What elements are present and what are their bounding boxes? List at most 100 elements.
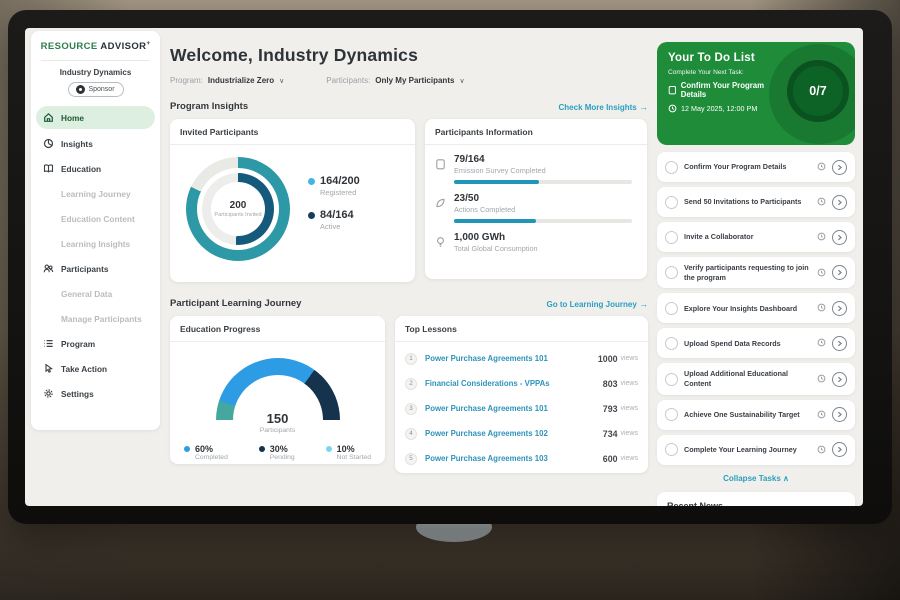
task-checkbox[interactable] xyxy=(665,196,678,209)
task-label: Achieve One Sustainability Target xyxy=(684,410,811,420)
invited-legend: 164/200 Registered 84/164 Active xyxy=(308,175,360,243)
task-open-button[interactable] xyxy=(832,442,847,457)
task-label: Confirm Your Program Details xyxy=(684,162,811,172)
home-icon xyxy=(43,112,54,123)
insights-icon xyxy=(43,138,54,149)
lesson-link[interactable]: Power Purchase Agreements 103 xyxy=(425,454,603,463)
sidebar-item-label: Participants xyxy=(61,264,109,274)
sidebar-item-label: Insights xyxy=(61,139,93,149)
logo-text-advisor: ADVISOR xyxy=(100,41,146,52)
gear-icon xyxy=(43,388,54,399)
program-insights-header: Program Insights Check More Insights → xyxy=(170,101,648,112)
sidebar-item-general-data[interactable]: General Data xyxy=(31,281,160,306)
participants-filter[interactable]: Participants: Only My Participants ∨ xyxy=(326,76,464,85)
invited-participants-card: Invited Participants 200 Participants In… xyxy=(170,119,415,282)
task-open-button[interactable] xyxy=(832,407,847,422)
sidebar-item-participants[interactable]: Participants xyxy=(31,256,160,281)
task-open-button[interactable] xyxy=(832,336,847,351)
lesson-rank: 4 xyxy=(405,428,417,440)
stat-label: Emission Survey Completed xyxy=(454,166,632,175)
book-icon xyxy=(43,163,54,174)
task-checkbox[interactable] xyxy=(665,161,678,174)
lesson-views: 803 xyxy=(603,379,618,389)
recent-news-title: Recent News xyxy=(657,492,855,506)
program-filter-label: Program: xyxy=(170,76,203,85)
sidebar-item-label: Program xyxy=(61,339,95,349)
stat-label: Total Global Consumption xyxy=(454,244,538,253)
task-open-button[interactable] xyxy=(832,195,847,210)
task-checkbox[interactable] xyxy=(665,408,678,421)
education-progress-card: Education Progress 150 Participants 60% xyxy=(170,316,385,464)
sidebar: RESOURCE ADVISOR+ Industry Dynamics Spon… xyxy=(31,31,160,430)
go-to-learning-journey-link[interactable]: Go to Learning Journey → xyxy=(547,299,648,309)
stat-value: 79/164 xyxy=(454,154,632,165)
lesson-link[interactable]: Power Purchase Agreements 101 xyxy=(425,354,598,363)
leaf-icon xyxy=(435,193,447,223)
lesson-views: 1000 xyxy=(598,354,618,364)
sidebar-item-education[interactable]: Education xyxy=(31,156,160,181)
arrow-right-icon: → xyxy=(639,299,648,309)
lesson-link[interactable]: Financial Considerations - VPPAs xyxy=(425,379,603,388)
task-label: Explore Your Insights Dashboard xyxy=(684,304,811,314)
lesson-link[interactable]: Power Purchase Agreements 101 xyxy=(425,404,603,413)
lesson-rank: 3 xyxy=(405,403,417,415)
sponsor-badge[interactable]: Sponsor xyxy=(68,82,124,97)
sidebar-item-label: Learning Journey xyxy=(61,189,131,199)
progress-bar xyxy=(454,219,632,223)
sidebar-item-education-content[interactable]: Education Content xyxy=(31,206,160,231)
sidebar-item-learning-journey[interactable]: Learning Journey xyxy=(31,181,160,206)
active-label: Active xyxy=(320,222,360,231)
invited-participants-body: 200 Participants Invited 164/200 Registe… xyxy=(170,145,415,261)
learning-cards-row: Education Progress 150 Participants 60% xyxy=(170,316,648,473)
sidebar-item-program[interactable]: Program xyxy=(31,331,160,356)
lesson-link[interactable]: Power Purchase Agreements 102 xyxy=(425,429,603,438)
views-label: views xyxy=(620,355,638,362)
task-checkbox[interactable] xyxy=(665,373,678,386)
views-label: views xyxy=(620,380,638,387)
logo-text-resource: RESOURCE xyxy=(41,41,98,52)
task-row: Confirm Your Program Details xyxy=(657,152,855,182)
gauge-center: 150 Participants xyxy=(216,411,340,434)
lesson-row: 5 Power Purchase Agreements 103 600 view… xyxy=(405,446,638,471)
task-checkbox[interactable] xyxy=(665,302,678,315)
stat-value: 23/50 xyxy=(454,193,632,204)
invited-donut-chart: 200 Participants Invited xyxy=(186,157,290,261)
check-more-insights-link[interactable]: Check More Insights → xyxy=(559,102,648,112)
chevron-up-icon: ∧ xyxy=(783,474,789,483)
lesson-views: 734 xyxy=(603,429,618,439)
not-started-value: 10% xyxy=(337,444,355,454)
sidebar-item-insights[interactable]: Insights xyxy=(31,131,160,156)
gauge-label: Participants xyxy=(216,427,340,434)
sidebar-item-label: Education xyxy=(61,164,101,174)
task-list: Confirm Your Program DetailsSend 50 Invi… xyxy=(657,152,855,465)
chevron-right-icon xyxy=(836,305,843,312)
task-row: Achieve One Sustainability Target xyxy=(657,400,855,430)
lesson-views: 600 xyxy=(603,454,618,464)
sidebar-item-manage-participants[interactable]: Manage Participants xyxy=(31,306,160,331)
sidebar-item-learning-insights[interactable]: Learning Insights xyxy=(31,231,160,256)
sidebar-item-home[interactable]: Home xyxy=(36,106,155,129)
task-checkbox[interactable] xyxy=(665,443,678,456)
task-checkbox[interactable] xyxy=(665,337,678,350)
task-label: Invite a Collaborator xyxy=(684,232,811,242)
list-icon xyxy=(43,338,54,349)
task-open-button[interactable] xyxy=(832,301,847,316)
task-checkbox[interactable] xyxy=(665,231,678,244)
not-started-legend-entry: 10% Not Started xyxy=(326,444,371,461)
task-open-button[interactable] xyxy=(832,372,847,387)
todo-progress-value: 0/7 xyxy=(809,84,826,98)
task-open-button[interactable] xyxy=(832,160,847,175)
sidebar-item-settings[interactable]: Settings xyxy=(31,381,160,406)
task-checkbox[interactable] xyxy=(665,266,678,279)
task-open-button[interactable] xyxy=(832,230,847,245)
stat-label: Actions Completed xyxy=(454,205,632,214)
sidebar-item-take-action[interactable]: Take Action xyxy=(31,356,160,381)
recent-news-card: Recent News xyxy=(657,492,855,506)
program-filter[interactable]: Program: Industrialize Zero ∨ xyxy=(170,76,284,85)
todo-summary-card: 0/7 Your To Do List Complete Your Next T… xyxy=(657,42,855,145)
collapse-tasks-link[interactable]: Collapse Tasks ∧ xyxy=(657,474,855,483)
clipboard-icon xyxy=(435,154,447,184)
task-open-button[interactable] xyxy=(832,265,847,280)
clock-icon xyxy=(817,441,826,459)
lesson-row: 3 Power Purchase Agreements 101 793 view… xyxy=(405,396,638,421)
